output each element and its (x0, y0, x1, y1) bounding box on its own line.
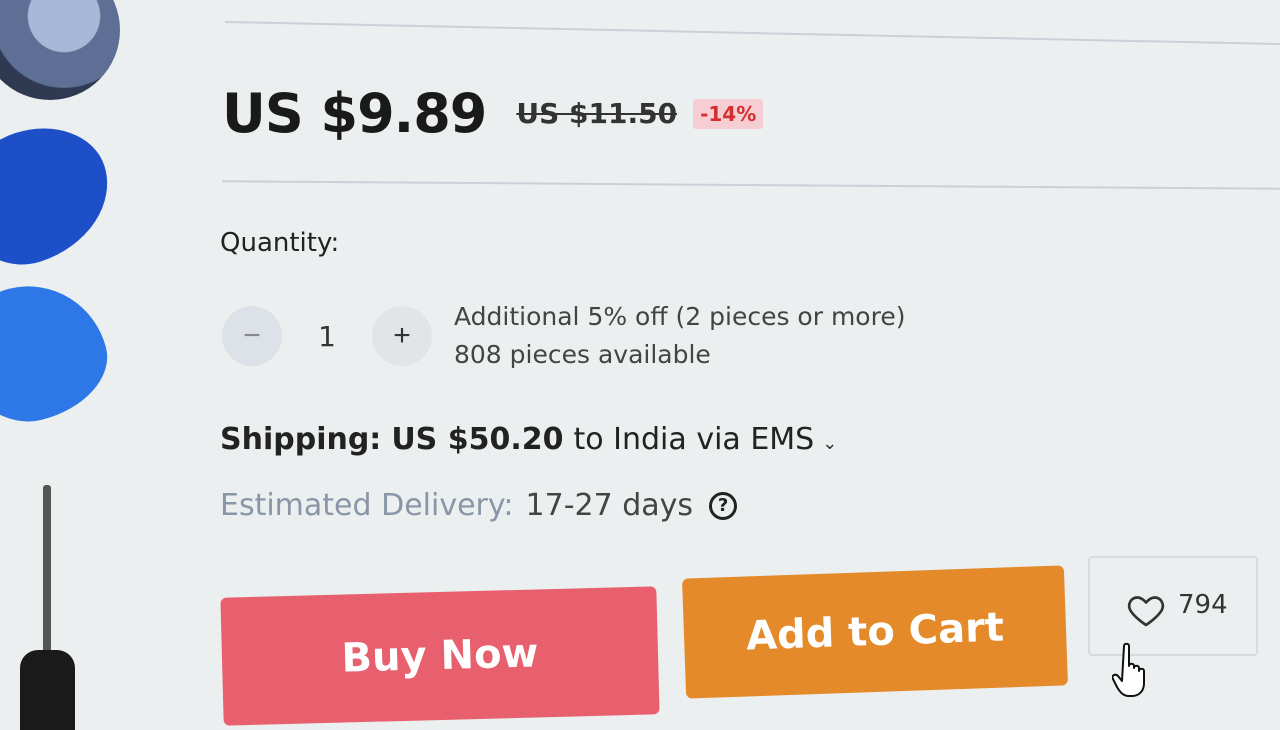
quantity-decrement-button[interactable]: − (222, 306, 282, 366)
product-thumbnail-blue-pick[interactable] (0, 110, 127, 280)
divider-price (222, 180, 1280, 190)
shipping-cost: US $50.20 (391, 422, 564, 457)
price-row: US $9.89 US $11.50 -14% (222, 82, 764, 145)
quantity-increment-button[interactable]: + (372, 306, 432, 366)
product-thumbnail-ring[interactable] (0, 0, 120, 100)
wishlist-button[interactable]: 794 (1088, 556, 1258, 656)
shipping-label: Shipping: (220, 422, 382, 457)
add-to-cart-button[interactable]: Add to Cart (682, 565, 1068, 699)
delivery-label: Estimated Delivery: (220, 488, 514, 523)
product-thumbnails (0, 0, 140, 730)
hand-cursor-icon (1112, 642, 1145, 697)
heart-icon (1127, 596, 1165, 627)
stock-available-text: 808 pieces available (454, 340, 711, 369)
delivery-days: 17-27 days (525, 488, 694, 523)
bulk-discount-text: Additional 5% off (2 pieces or more) (454, 302, 906, 331)
original-price: US $11.50 (516, 97, 678, 130)
product-thumbnail-screwdriver[interactable] (43, 485, 51, 655)
divider-top (225, 20, 1280, 46)
quantity-label: Quantity: (220, 228, 340, 258)
shipping-destination: to India via EMS (573, 422, 815, 457)
wishlist-count: 794 (1178, 590, 1228, 620)
quantity-info: Additional 5% off (2 pieces or more) 808… (454, 298, 905, 374)
shipping-selector[interactable]: Shipping: US $50.20 to India via EMS ⌄ (220, 422, 837, 457)
buy-now-button[interactable]: Buy Now (220, 586, 660, 726)
product-thumbnail-light-blue-pick[interactable] (0, 269, 120, 436)
current-price: US $9.89 (222, 82, 487, 145)
quantity-value[interactable]: 1 (282, 320, 372, 353)
quantity-stepper: − 1 + Additional 5% off (2 pieces or mor… (222, 298, 905, 374)
help-icon[interactable]: ? (709, 491, 738, 520)
estimated-delivery: Estimated Delivery: 17-27 days ? (220, 488, 738, 523)
chevron-down-icon[interactable]: ⌄ (822, 433, 837, 454)
discount-badge: -14% (693, 98, 764, 129)
product-thumbnail-screwdriver-handle (20, 650, 75, 730)
